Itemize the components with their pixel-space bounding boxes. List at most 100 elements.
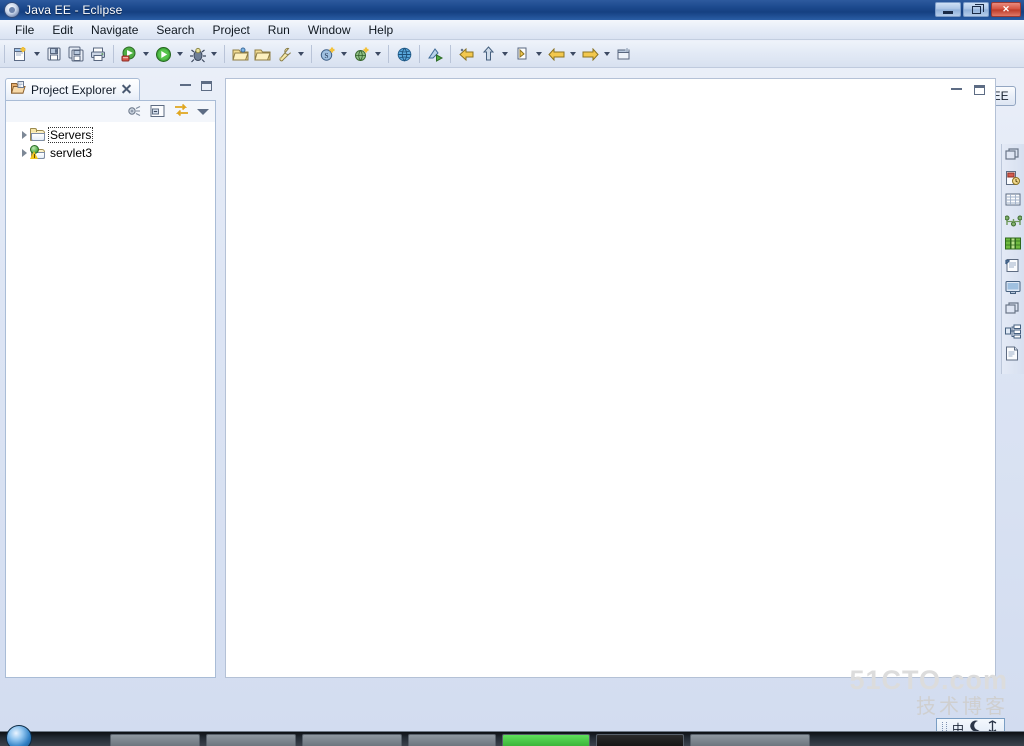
next-edit-dropdown-arrow[interactable] <box>499 43 511 65</box>
svg-text:S: S <box>324 51 328 60</box>
restore-view-icon[interactable] <box>1005 148 1021 164</box>
toolbar-separator <box>388 45 389 63</box>
project-explorer-view: Project Explorer Servers servlet3 <box>5 78 216 678</box>
close-button[interactable]: ✕ <box>991 2 1021 17</box>
run-icon[interactable] <box>152 43 174 65</box>
external-tools-icon[interactable] <box>424 43 446 65</box>
expand-arrow-icon[interactable] <box>22 130 27 139</box>
focus-on-active-task-icon[interactable] <box>173 103 190 121</box>
menu-help[interactable]: Help <box>360 21 403 39</box>
taskbar-item[interactable] <box>690 734 810 746</box>
back-dropdown-arrow[interactable] <box>567 43 579 65</box>
minimize-editor-button[interactable] <box>951 85 962 90</box>
collapse-all-icon[interactable] <box>150 104 166 121</box>
save-icon[interactable] <box>43 43 65 65</box>
project-explorer-icon <box>10 81 26 98</box>
restore-button[interactable] <box>963 2 989 17</box>
forward-arrow-icon[interactable] <box>579 43 601 65</box>
close-view-icon[interactable] <box>121 84 132 95</box>
project-explorer-toolbar <box>5 101 216 123</box>
link-with-editor-icon[interactable] <box>127 104 143 121</box>
expand-arrow-icon[interactable] <box>22 148 27 157</box>
toolbar-separator <box>224 45 225 63</box>
markers-view-icon[interactable] <box>1005 258 1021 274</box>
window-title-bar: Java EE - Eclipse ✕ <box>0 0 1024 20</box>
taskbar-item[interactable] <box>206 734 296 746</box>
project-explorer-tree[interactable]: Servers servlet3 <box>5 122 216 678</box>
menu-window[interactable]: Window <box>299 21 360 39</box>
taskbar-item[interactable] <box>502 734 590 746</box>
open-folder-icon[interactable] <box>229 43 251 65</box>
back-arrow-icon[interactable] <box>545 43 567 65</box>
windows-start-orb[interactable] <box>6 725 32 746</box>
menu-search[interactable]: Search <box>147 21 203 39</box>
new-web-project-icon[interactable] <box>350 43 372 65</box>
search-dropdown-arrow[interactable] <box>295 43 307 65</box>
tree-item-servers[interactable]: Servers <box>6 126 215 143</box>
data-source-explorer-icon[interactable] <box>1005 192 1021 208</box>
open-type-icon[interactable] <box>251 43 273 65</box>
debug-icon[interactable] <box>186 43 208 65</box>
taskbar-item[interactable] <box>302 734 402 746</box>
snippets-icon[interactable] <box>1004 214 1023 230</box>
run-dropdown-arrow[interactable] <box>174 43 186 65</box>
new-class-dropdown-arrow[interactable] <box>338 43 350 65</box>
fast-view-bar <box>1001 144 1024 374</box>
tree-item-servlet3[interactable]: servlet3 <box>6 144 215 161</box>
search-wrench-icon[interactable] <box>273 43 295 65</box>
folder-icon <box>30 127 46 142</box>
editor-tab-row <box>226 79 995 101</box>
menu-run[interactable]: Run <box>259 21 299 39</box>
minimize-view-button[interactable] <box>180 81 191 86</box>
toolbar-separator <box>4 45 5 63</box>
maximize-editor-button[interactable] <box>974 85 985 95</box>
next-edit-icon[interactable] <box>477 43 499 65</box>
view-menu-icon[interactable] <box>197 109 209 115</box>
pin-editor-icon[interactable] <box>613 43 635 65</box>
save-all-icon[interactable] <box>65 43 87 65</box>
menu-file[interactable]: File <box>6 21 43 39</box>
taskbar-item[interactable] <box>596 734 684 746</box>
menu-edit[interactable]: Edit <box>43 21 82 39</box>
window-title: Java EE - Eclipse <box>25 3 123 17</box>
outline-view-icon[interactable] <box>1005 324 1021 340</box>
window-controls: ✕ <box>935 2 1021 17</box>
maximize-view-button[interactable] <box>201 81 212 91</box>
minimize-button[interactable] <box>935 2 961 17</box>
tab-label: Project Explorer <box>31 82 117 97</box>
restore-panel-icon[interactable] <box>1005 302 1021 318</box>
eclipse-icon <box>4 2 20 18</box>
main-toolbar: S Quick Access EE <box>0 41 1024 106</box>
palette-icon[interactable] <box>1005 236 1021 252</box>
tab-project-explorer[interactable]: Project Explorer <box>5 78 141 100</box>
debug-dropdown-arrow[interactable] <box>208 43 220 65</box>
workbench: Project Explorer Servers servlet3 <box>0 68 1024 718</box>
new-wizard-icon[interactable] <box>9 43 31 65</box>
last-edit-icon[interactable] <box>511 43 533 65</box>
project-explorer-view-buttons <box>180 81 212 91</box>
menu-bar: File Edit Navigate Search Project Run Wi… <box>0 20 1024 40</box>
eclipse-window: Java EE - Eclipse ✕ File Edit Navigate S… <box>0 0 1024 746</box>
last-edit-dropdown-arrow[interactable] <box>533 43 545 65</box>
new-wizard-dropdown-arrow[interactable] <box>31 43 43 65</box>
menu-project[interactable]: Project <box>203 21 258 39</box>
print-icon[interactable] <box>87 43 109 65</box>
project-explorer-tab-row: Project Explorer <box>5 78 216 101</box>
previous-annotation-icon[interactable] <box>455 43 477 65</box>
new-web-project-dropdown-arrow[interactable] <box>372 43 384 65</box>
open-browser-icon[interactable] <box>393 43 415 65</box>
new-class-icon[interactable]: S <box>316 43 338 65</box>
properties-view-icon[interactable] <box>1005 346 1021 362</box>
taskbar-item[interactable] <box>408 734 496 746</box>
servers-view-icon[interactable] <box>1005 170 1021 186</box>
forward-dropdown-arrow[interactable] <box>601 43 613 65</box>
tree-item-label: Servers <box>47 126 94 143</box>
console-view-icon[interactable] <box>1005 280 1021 296</box>
editor-view-buttons <box>951 85 985 95</box>
run-server-dropdown-arrow[interactable] <box>140 43 152 65</box>
run-server-icon[interactable] <box>118 43 140 65</box>
editor-area[interactable] <box>225 78 996 678</box>
menu-navigate[interactable]: Navigate <box>82 21 147 39</box>
tree-item-label: servlet3 <box>50 145 93 160</box>
taskbar-item[interactable] <box>110 734 200 746</box>
